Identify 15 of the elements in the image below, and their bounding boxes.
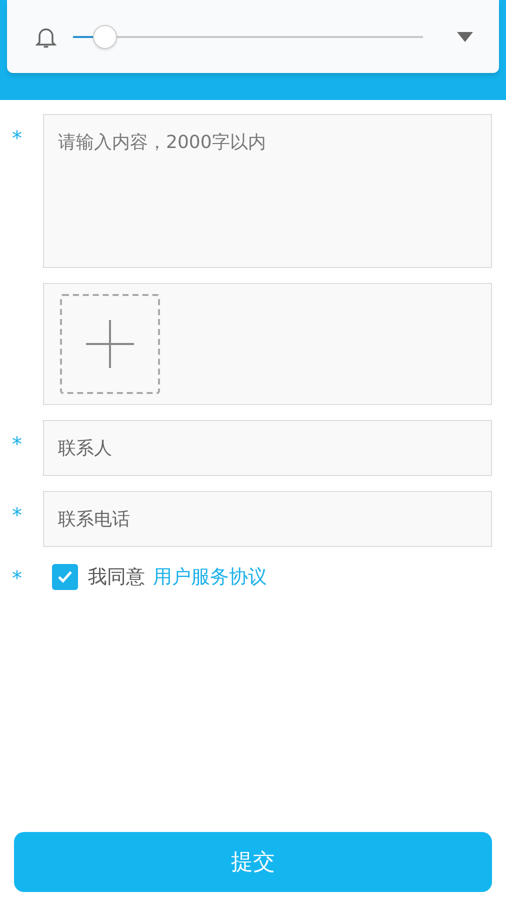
required-mark: * [12, 566, 22, 590]
required-mark: * [12, 126, 22, 150]
text-field[interactable]: 联系电话 [43, 491, 492, 547]
text-field[interactable]: 联系人 [43, 420, 492, 476]
agree-checkbox[interactable] [52, 564, 78, 590]
add-image-button[interactable] [60, 294, 160, 394]
dropdown-caret-icon[interactable] [457, 32, 473, 42]
service-agreement-link[interactable]: 用户服务协议 [153, 562, 267, 592]
content-textarea[interactable]: 请输入内容，2000字以内 [43, 114, 492, 268]
required-mark: * [12, 503, 22, 527]
plus-icon [86, 320, 134, 368]
required-mark: * [12, 432, 22, 456]
agree-label: 我同意 [88, 564, 145, 590]
submit-button[interactable]: 提交 [14, 832, 492, 892]
volume-slider[interactable] [73, 22, 423, 50]
